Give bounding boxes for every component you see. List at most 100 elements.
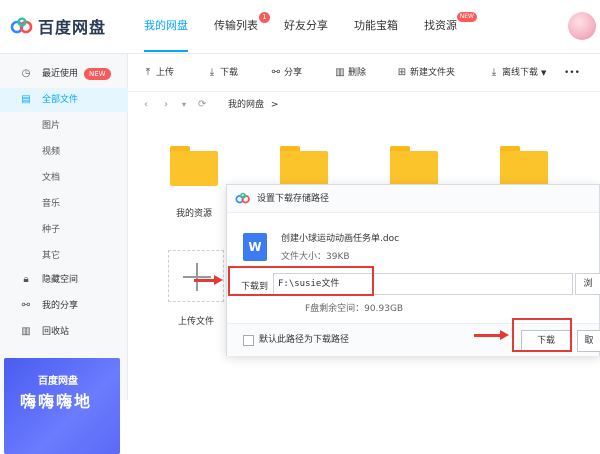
sidebar-item-recycle-bin[interactable]: ▥ 回收站 xyxy=(0,320,128,344)
sidebar-item-label: 视频 xyxy=(42,147,61,157)
breadcrumb-root[interactable]: 我的网盘 > xyxy=(228,98,278,112)
nav-label: 传输列表 xyxy=(214,19,258,32)
download-button[interactable]: ⤓ 下载 xyxy=(206,54,238,92)
sidebar-item-my-shares[interactable]: ⚯ 我的分享 xyxy=(0,294,128,318)
sidebar-item-label: 种子 xyxy=(42,225,61,235)
dialog-title: 设置下载存储路径 xyxy=(257,194,330,204)
top-header: 百度网盘 我的网盘 传输列表 1 好友分享 功能宝箱 找资源 NEW xyxy=(0,0,600,54)
sidebar-item-label: 图片 xyxy=(42,121,61,131)
promo-logo: 百度网盘 xyxy=(38,376,78,387)
nav-label: 好友分享 xyxy=(284,19,328,32)
sidebar-item-label: 最近使用 xyxy=(42,69,79,79)
offline-download-label: 离线下载 xyxy=(502,68,539,78)
file-size: 文件大小：39KB xyxy=(281,252,350,262)
folder-icon[interactable] xyxy=(500,146,548,186)
delete-label: 删除 xyxy=(348,68,367,78)
sidebar-item-videos[interactable]: 视频 xyxy=(0,140,128,164)
avatar[interactable] xyxy=(568,12,596,40)
back-icon[interactable]: ‹ xyxy=(144,98,148,112)
lock-icon: 🔒︎ xyxy=(23,274,29,285)
dialog-header: 设置下载存储路径 xyxy=(227,185,599,213)
delete-button[interactable]: ▥ 删除 xyxy=(334,54,366,92)
sidebar-item-music[interactable]: 音乐 xyxy=(0,192,128,216)
sidebar-item-docs[interactable]: 文档 xyxy=(0,166,128,190)
new-badge: NEW xyxy=(456,12,477,22)
promo-headline: 嗨嗨嗨地 xyxy=(20,392,93,411)
sidebar-item-images[interactable]: 图片 xyxy=(0,114,128,138)
forward-icon[interactable]: › xyxy=(164,98,168,112)
annotation-arrow-icon xyxy=(474,330,509,340)
trash-icon: ▥ xyxy=(21,326,31,337)
chevron-down-icon: ▼ xyxy=(541,69,547,77)
sidebar-item-label: 全部文件 xyxy=(42,95,79,105)
baidu-cloud-logo-icon xyxy=(235,192,250,204)
folder-icon[interactable] xyxy=(280,146,328,186)
sidebar-item-all-files[interactable]: ▤ 全部文件 xyxy=(0,88,128,112)
default-path-checkbox[interactable] xyxy=(243,335,254,346)
nav-find-resources[interactable]: 找资源 NEW xyxy=(412,0,477,54)
cancel-button[interactable]: 取 xyxy=(577,330,600,352)
annotation-highlight-download-to xyxy=(228,266,374,296)
nav-friend-share[interactable]: 好友分享 xyxy=(272,0,340,54)
clock-icon: ◷ xyxy=(21,68,31,79)
sidebar-item-label: 回收站 xyxy=(42,327,70,337)
upload-icon: ⤒ xyxy=(145,67,151,78)
sidebar-item-label: 文档 xyxy=(42,173,61,183)
chevron-down-icon[interactable]: ▾ xyxy=(182,98,186,112)
free-space-text: F盘剩余空间：90.93GB xyxy=(305,304,404,314)
upload-file-label: 上传文件 xyxy=(177,317,214,327)
nav-transfer-list[interactable]: 传输列表 1 xyxy=(202,0,270,54)
sidebar: ◷ 最近使用 NEW ▤ 全部文件 图片 视频 文档 音乐 种子 其它 🔒︎ 隐藏… xyxy=(0,54,128,454)
browse-button[interactable]: 浏 xyxy=(575,273,600,295)
top-nav: 我的网盘 传输列表 1 好友分享 功能宝箱 找资源 NEW xyxy=(132,0,477,54)
more-icon: ••• xyxy=(564,68,580,78)
file-name: 创建小球运动动画任务单.doc xyxy=(281,234,400,244)
transfer-count-badge: 1 xyxy=(259,12,270,23)
folder-icon[interactable] xyxy=(170,146,218,186)
nav-my-disk[interactable]: 我的网盘 xyxy=(132,0,200,54)
app-logo-text: 百度网盘 xyxy=(38,18,107,37)
nav-label: 功能宝箱 xyxy=(354,19,398,32)
sidebar-item-label: 其它 xyxy=(42,251,61,261)
upload-button[interactable]: ⤒ 上传 xyxy=(142,54,174,92)
document-icon: ▤ xyxy=(21,94,31,105)
folder-icon[interactable] xyxy=(390,146,438,186)
nav-label: 找资源 xyxy=(424,19,457,32)
annotation-highlight-download-button xyxy=(512,318,572,352)
share-icon: ⚯ xyxy=(271,67,281,78)
sidebar-item-other[interactable]: 其它 xyxy=(0,244,128,268)
new-badge: NEW xyxy=(84,67,111,80)
offline-download-button[interactable]: ⤓ 离线下载 ▼ xyxy=(488,54,547,92)
app-logo[interactable]: 百度网盘 xyxy=(10,14,106,38)
word-document-icon: W xyxy=(243,233,267,261)
breadcrumb-separator: > xyxy=(270,100,279,110)
breadcrumb-root-label: 我的网盘 xyxy=(228,100,265,110)
upload-label: 上传 xyxy=(156,68,175,78)
file-name[interactable]: 我的资源 xyxy=(154,206,234,219)
sidebar-item-label: 隐藏空间 xyxy=(42,275,79,285)
promo-banner[interactable]: 百度网盘 嗨嗨嗨地 xyxy=(4,358,120,454)
refresh-icon[interactable]: ⟳ xyxy=(198,98,206,112)
plus-icon-vertical xyxy=(196,263,198,291)
new-folder-icon: ⊞ xyxy=(397,67,407,78)
share-icon: ⚯ xyxy=(21,300,31,311)
baidu-cloud-logo-icon xyxy=(10,17,33,34)
breadcrumb: ‹ › ▾ ⟳ 我的网盘 > xyxy=(128,92,600,118)
sidebar-item-label: 音乐 xyxy=(42,199,61,209)
nav-toolbox[interactable]: 功能宝箱 xyxy=(342,0,410,54)
offline-download-icon: ⤓ xyxy=(491,67,497,78)
sidebar-item-label: 我的分享 xyxy=(42,301,79,311)
sidebar-item-torrents[interactable]: 种子 xyxy=(0,218,128,242)
sidebar-item-recent[interactable]: ◷ 最近使用 NEW xyxy=(0,62,128,86)
download-icon: ⤓ xyxy=(209,67,215,78)
share-label: 分享 xyxy=(284,68,303,78)
nav-label: 我的网盘 xyxy=(144,19,188,32)
toolbar: ⤒ 上传 ⤓ 下载 ⚯ 分享 ▥ 删除 ⊞ 新建文件夹 ⤓ 离线下载 ▼ ••• xyxy=(128,54,600,92)
new-folder-button[interactable]: ⊞ 新建文件夹 xyxy=(396,54,455,92)
default-path-checkbox-label[interactable]: 默认此路径为下载路径 xyxy=(259,334,349,346)
share-button[interactable]: ⚯ 分享 xyxy=(270,54,302,92)
trash-icon: ▥ xyxy=(335,67,345,78)
more-button[interactable]: ••• xyxy=(564,54,580,92)
download-label: 下载 xyxy=(220,68,239,78)
sidebar-item-hidden-space[interactable]: 🔒︎ 隐藏空间 xyxy=(0,268,128,292)
